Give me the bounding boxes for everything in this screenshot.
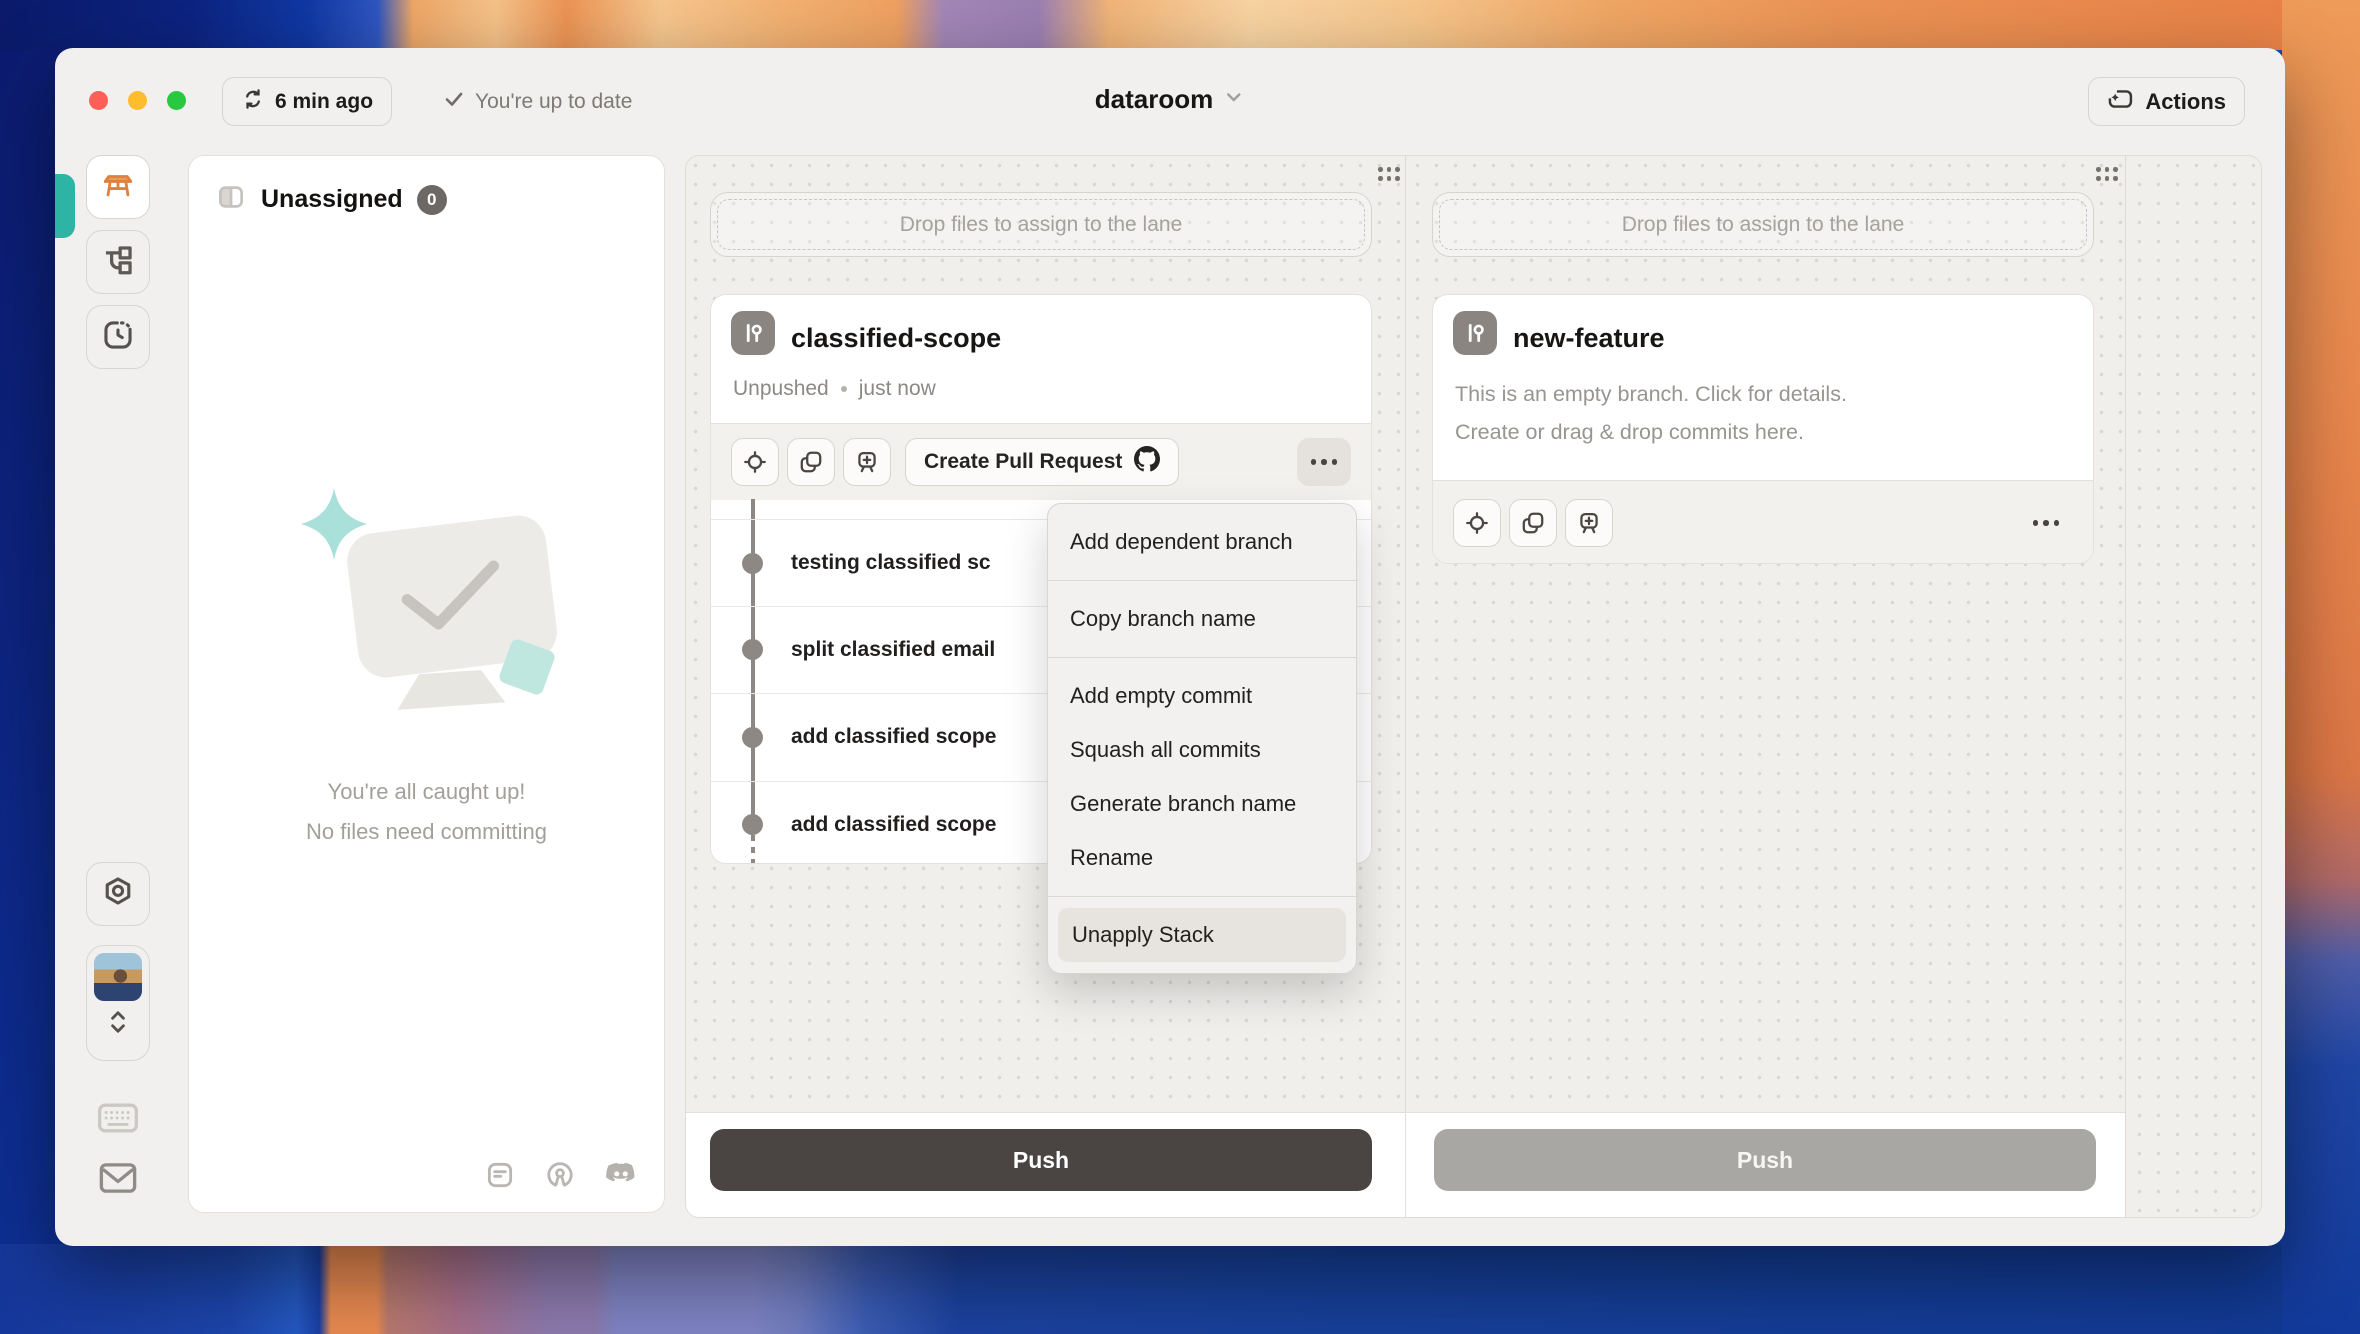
lane-footer: Push [1405, 1112, 2125, 1217]
file-drop-zone[interactable]: Drop files to assign to the lane [710, 192, 1372, 257]
branch-context-menu: Add dependent branch Copy branch name Ad… [1047, 503, 1357, 974]
push-button-disabled[interactable]: Push [1434, 1129, 2096, 1191]
commit-dot [742, 553, 763, 574]
create-pr-label: Create Pull Request [924, 450, 1122, 474]
unassigned-title: Unassigned [261, 185, 403, 214]
separator-dot [841, 386, 847, 392]
branch-card-new-feature[interactable]: new-feature This is an empty branch. Cli… [1432, 294, 2094, 564]
create-pull-request-button[interactable]: Create Pull Request [905, 438, 1179, 486]
sync-button[interactable]: 6 min ago [222, 77, 392, 126]
drawer-handle[interactable] [55, 174, 75, 238]
unassigned-count-badge: 0 [417, 185, 447, 215]
wallpaper-right-edge [2282, 0, 2360, 1334]
github-icon [1134, 446, 1160, 478]
empty-branch-description: This is an empty branch. Click for detai… [1455, 375, 1847, 451]
push-status-label: Unpushed [733, 377, 829, 401]
feedback-mail-button[interactable] [97, 1160, 139, 1201]
avatar [94, 953, 142, 1001]
sync-status-label: You're up to date [475, 90, 632, 114]
lane-drag-handle[interactable] [1376, 165, 1402, 183]
branch-kebab-menu-button[interactable] [1297, 438, 1351, 486]
history-clock-icon [101, 318, 135, 357]
wallpaper-top-rays [0, 0, 2360, 50]
branch-name[interactable]: classified-scope [791, 323, 1001, 354]
branch-toolbar: Create Pull Request [711, 423, 1371, 500]
add-empty-commit-button[interactable] [1565, 499, 1613, 547]
branches-icon [101, 243, 135, 282]
menu-item-copy-branch-name[interactable]: Copy branch name [1048, 592, 1356, 646]
empty-state: You're all caught up! No files need comm… [189, 486, 664, 852]
unassigned-header: Unassigned 0 [215, 182, 447, 217]
duplicate-button[interactable] [1509, 499, 1557, 547]
zoom-window-button[interactable] [167, 91, 186, 110]
actions-button[interactable]: Actions [2088, 77, 2245, 126]
settings-button[interactable] [86, 862, 150, 926]
branch-badge-icon [1453, 311, 1497, 355]
account-switcher[interactable] [86, 945, 150, 1061]
branch-name[interactable]: new-feature [1513, 323, 1665, 354]
menu-item-squash-all-commits[interactable]: Squash all commits [1048, 723, 1356, 777]
lane-divider [1405, 156, 1406, 1217]
sidebar-item-history[interactable] [86, 305, 150, 369]
commit-dot [742, 727, 763, 748]
drop-hint-label: Drop files to assign to the lane [900, 213, 1183, 237]
lane-footer: Push [686, 1112, 1405, 1217]
push-button[interactable]: Push [710, 1129, 1372, 1191]
close-window-button[interactable] [89, 91, 108, 110]
branch-kebab-menu-button[interactable] [2019, 499, 2073, 547]
empty-state-subtitle: No files need committing [306, 812, 547, 852]
sidebar-item-branches[interactable] [86, 230, 150, 294]
changelog-icon[interactable] [484, 1159, 516, 1196]
time-label: just now [859, 377, 936, 401]
empty-branch-line1: This is an empty branch. Click for detai… [1455, 375, 1847, 413]
lane-drag-handle[interactable] [2094, 165, 2120, 183]
menu-item-generate-branch-name[interactable]: Generate branch name [1048, 777, 1356, 831]
branch-status: Unpushed just now [733, 377, 936, 401]
lane-divider [2125, 156, 2126, 1217]
menu-item-rename[interactable]: Rename [1048, 831, 1356, 885]
commit-dot [742, 814, 763, 835]
all-caught-up-illustration [272, 486, 582, 736]
discord-icon[interactable] [604, 1161, 638, 1194]
workspace-canvas: Drop files to assign to the lane Drop fi… [685, 155, 2262, 1218]
sparkle-square-icon [2107, 85, 2135, 119]
gear-icon [101, 875, 135, 914]
sync-label: 6 min ago [275, 90, 373, 114]
check-icon [443, 88, 465, 116]
project-name: dataroom [1095, 84, 1213, 115]
workbench-icon [101, 168, 135, 207]
duplicate-button[interactable] [787, 438, 835, 486]
panel-footer-links [484, 1159, 638, 1196]
add-empty-commit-button[interactable] [843, 438, 891, 486]
commit-dot [742, 639, 763, 660]
branch-badge-icon [731, 311, 775, 355]
empty-branch-line2: Create or drag & drop commits here. [1455, 413, 1847, 451]
assign-target-button[interactable] [1453, 499, 1501, 547]
chevron-sort-icon [105, 1005, 131, 1044]
project-switcher[interactable]: dataroom [1095, 84, 1245, 115]
file-drop-zone[interactable]: Drop files to assign to the lane [1432, 192, 2094, 257]
empty-state-title: You're all caught up! [306, 772, 547, 812]
keyboard-shortcuts-button[interactable] [96, 1100, 140, 1141]
chevron-down-icon [1223, 86, 1245, 113]
menu-item-add-dependent-branch[interactable]: Add dependent branch [1048, 515, 1356, 569]
minimize-window-button[interactable] [128, 91, 147, 110]
drop-hint-label: Drop files to assign to the lane [1622, 213, 1905, 237]
menu-item-add-empty-commit[interactable]: Add empty commit [1048, 669, 1356, 723]
sync-status: You're up to date [443, 77, 632, 126]
sync-icon [241, 87, 265, 117]
unassigned-panel: Unassigned 0 You're all caught up! No fi… [188, 155, 665, 1213]
open-source-icon[interactable] [544, 1159, 576, 1196]
actions-label: Actions [2145, 89, 2226, 115]
wallpaper-bottom-edge [0, 1244, 2282, 1334]
menu-item-unapply-stack[interactable]: Unapply Stack [1058, 908, 1346, 962]
branch-toolbar [1433, 480, 2093, 564]
sidebar-item-workspace[interactable] [86, 155, 150, 219]
window-controls [89, 91, 186, 110]
assign-target-button[interactable] [731, 438, 779, 486]
split-panel-icon [215, 182, 247, 217]
